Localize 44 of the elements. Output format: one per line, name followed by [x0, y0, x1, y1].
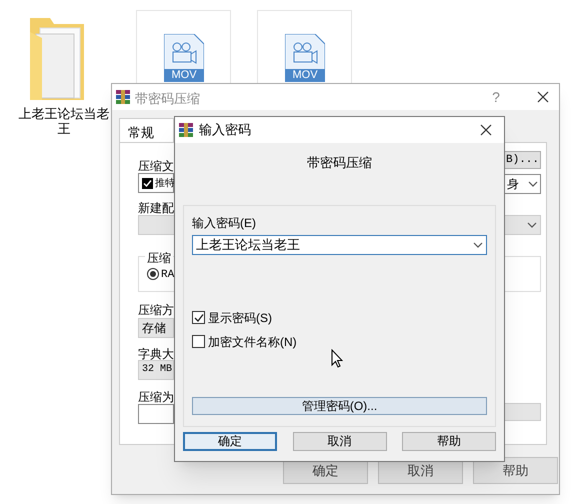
- app-icon: [179, 123, 193, 137]
- field-label: 压缩文: [138, 158, 174, 175]
- profiles-button[interactable]: B)...: [504, 151, 541, 169]
- dialog-title: 输入密码: [199, 121, 252, 140]
- field-label: 字典大: [138, 346, 174, 363]
- checkbox-label: 显示密码(S): [208, 310, 272, 326]
- password-field[interactable]: 上老王论坛当老王: [192, 234, 487, 254]
- field-value: 上老王论坛当老王: [196, 236, 300, 254]
- manage-passwords-button[interactable]: 管理密码(O)...: [192, 396, 487, 414]
- field-label: 输入密码(E): [192, 214, 256, 232]
- checkbox[interactable]: [192, 311, 205, 324]
- checkbox-label: 加密文件名称(N): [208, 334, 297, 350]
- combo-box[interactable]: 存储: [138, 318, 174, 338]
- dialog-button[interactable]: 取消: [292, 432, 386, 450]
- window-title: 带密码压缩: [135, 90, 200, 108]
- checkbox-label: 推特: [155, 176, 175, 190]
- file-name: 上老王论坛当老王: [18, 106, 110, 136]
- checkbox[interactable]: [192, 335, 205, 348]
- field-label: 压缩方: [138, 302, 174, 319]
- chevron-down-icon: [473, 242, 483, 248]
- file-type-label: MOV: [291, 69, 319, 82]
- app-icon: [116, 90, 130, 104]
- input-field[interactable]: [138, 404, 174, 424]
- checkbox[interactable]: [142, 178, 153, 188]
- input-field[interactable]: [504, 403, 541, 421]
- field-label: 新建配: [138, 200, 174, 217]
- cursor-icon: [331, 349, 343, 368]
- dialog-button[interactable]: 确定: [183, 432, 277, 450]
- radio-label: RA: [161, 268, 174, 283]
- dialog-button[interactable]: 帮助: [473, 457, 558, 484]
- dialog-heading: 带密码压缩: [307, 154, 372, 172]
- checkbox-combo[interactable]: 推特: [138, 173, 174, 193]
- close-button[interactable]: [478, 122, 494, 138]
- chevron-down-icon: [528, 181, 538, 187]
- combo-box[interactable]: 32 MB: [138, 360, 174, 380]
- file-type-label: MOV: [170, 69, 198, 82]
- close-button[interactable]: [535, 89, 551, 105]
- tab[interactable]: 常规: [119, 118, 174, 143]
- combo-box[interactable]: 身: [504, 174, 541, 194]
- help-button[interactable]: ?: [490, 89, 502, 105]
- field-label: 压缩为: [138, 389, 174, 406]
- dialog-button[interactable]: 帮助: [402, 432, 496, 450]
- combo-value: 身: [507, 176, 519, 193]
- chevron-down-icon: [527, 222, 537, 228]
